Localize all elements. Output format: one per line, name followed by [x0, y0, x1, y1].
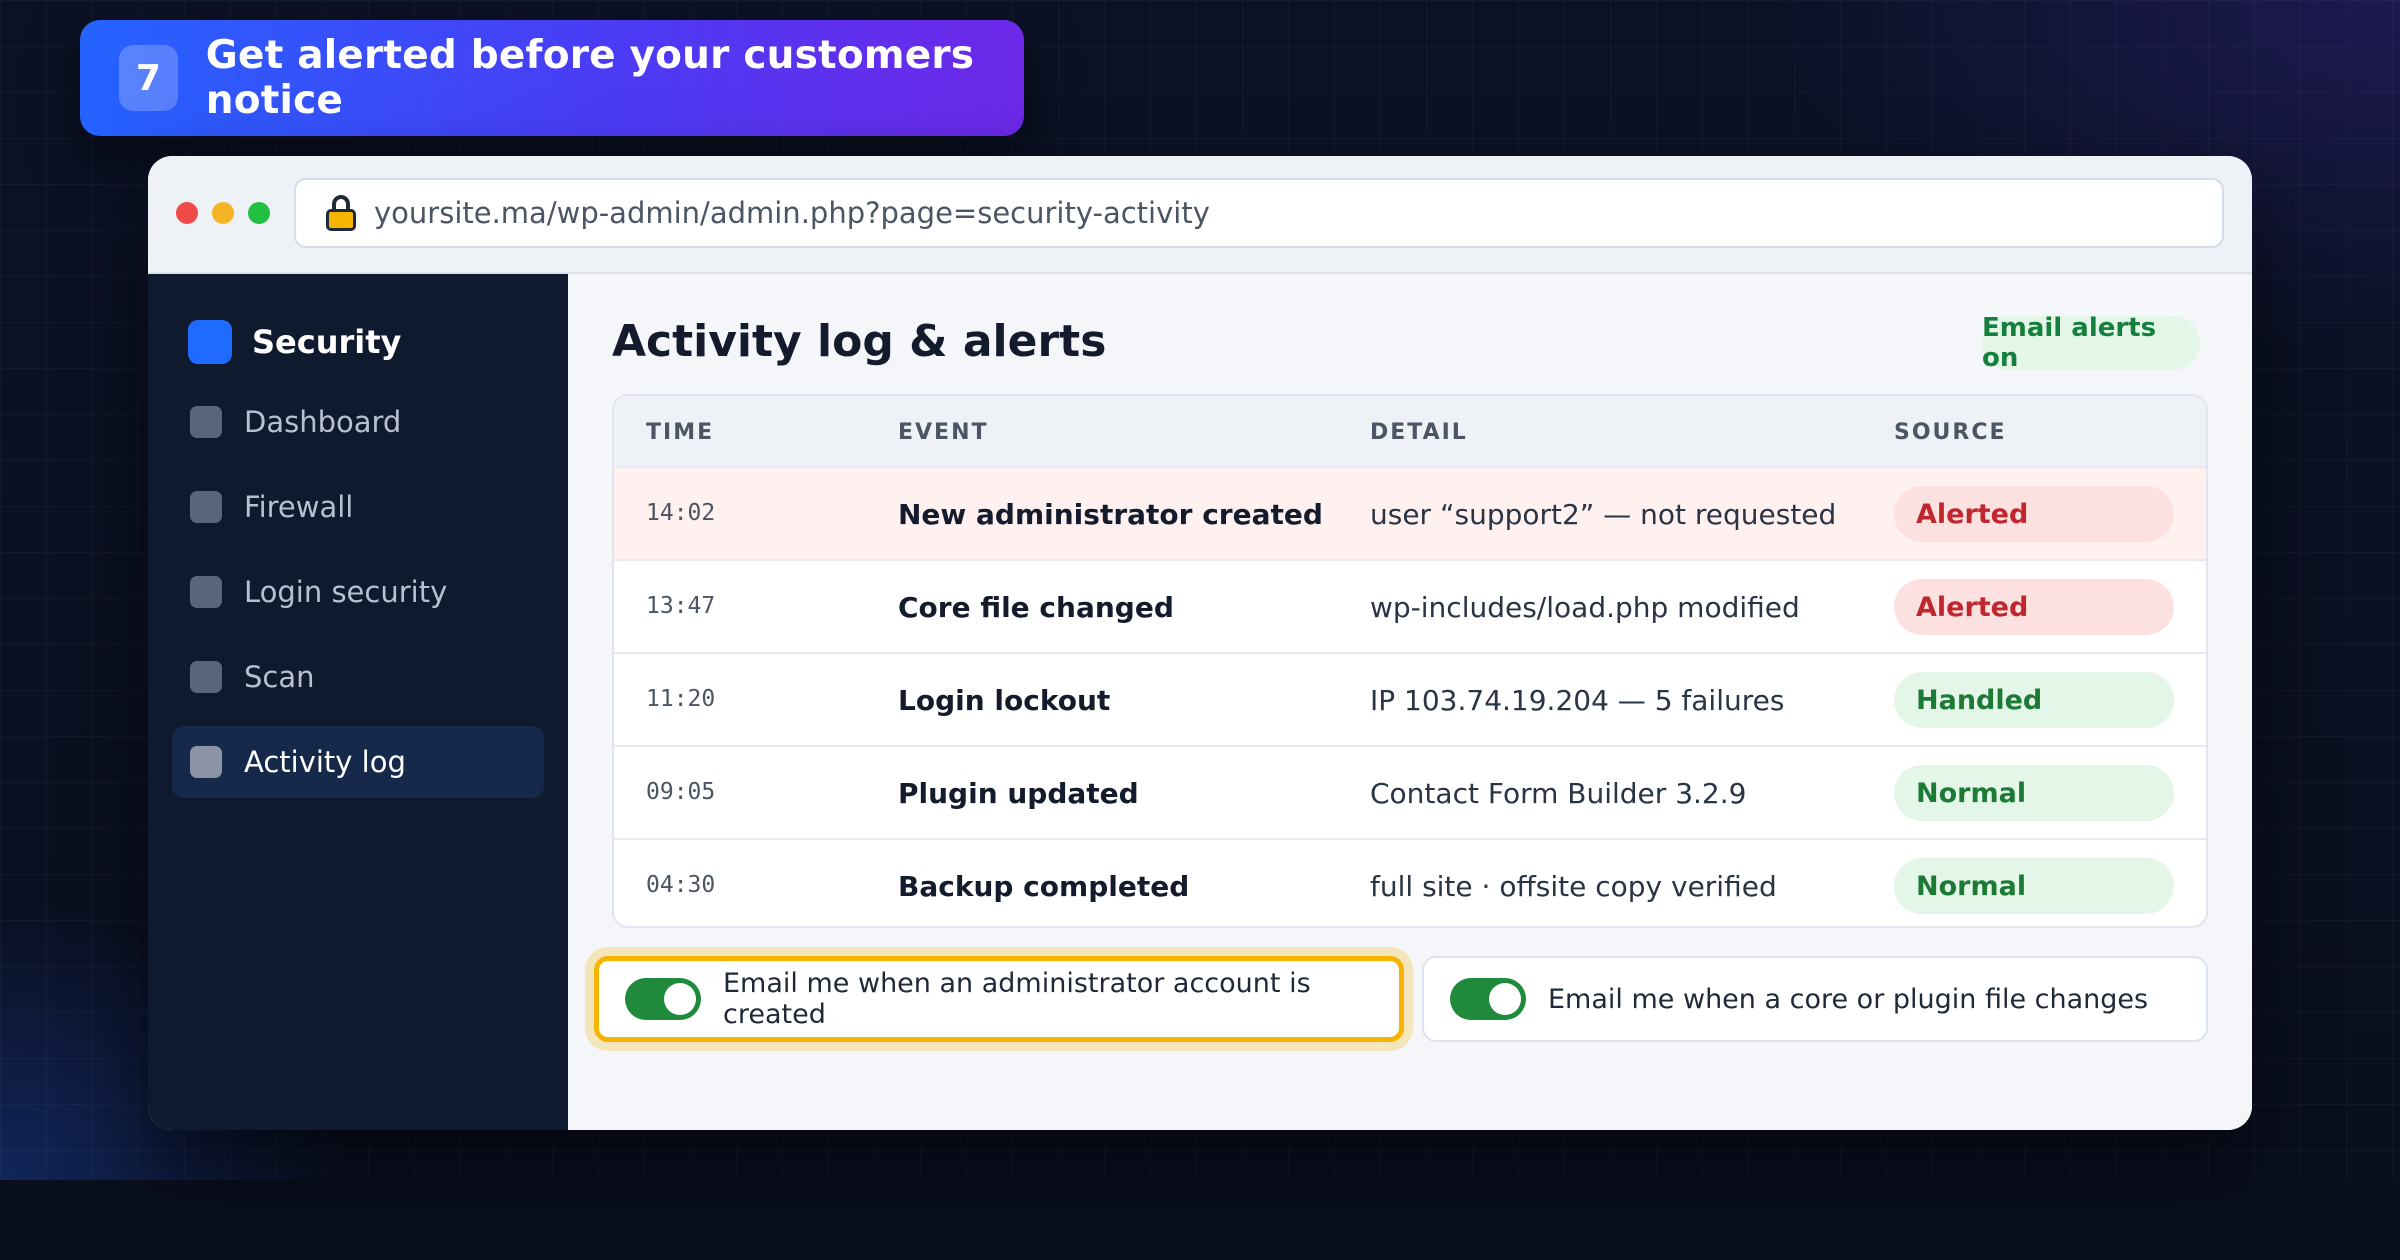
close-window-button[interactable] [176, 202, 198, 224]
browser-window: yoursite.ma/wp-admin/admin.php?page=secu… [148, 156, 2252, 1130]
address-bar[interactable]: yoursite.ma/wp-admin/admin.php?page=secu… [294, 178, 2224, 248]
sidebar-item-label: Activity log [244, 745, 406, 779]
row-time: 04:30 [646, 872, 716, 898]
table-header: TIME EVENT DETAIL SOURCE [614, 396, 2206, 466]
maximize-window-button[interactable] [248, 202, 270, 224]
sidebar-item-label: Firewall [244, 490, 354, 524]
minimize-window-button[interactable] [212, 202, 234, 224]
row-detail: Contact Form Builder 3.2.9 [1370, 777, 1747, 810]
scan-icon [190, 661, 222, 693]
row-event: Core file changed [898, 591, 1174, 624]
row-time: 11:20 [646, 686, 716, 712]
table-row[interactable]: 13:47 Core file changed wp-includes/load… [614, 559, 2206, 652]
row-time: 13:47 [646, 593, 716, 619]
row-time: 09:05 [646, 779, 716, 805]
toggle-label: Email me when an administrator account i… [723, 968, 1311, 1030]
sidebar-item-activity-log[interactable]: Activity log [172, 726, 544, 798]
sidebar-item-firewall[interactable]: Firewall [172, 471, 544, 543]
page-title: Activity log & alerts [612, 316, 1107, 367]
sidebar-item-dashboard[interactable]: Dashboard [172, 386, 544, 458]
row-detail: IP 103.74.19.204 — 5 failures [1370, 684, 1785, 717]
toggle-card-admin-created[interactable]: Email me when an administrator account i… [594, 956, 1404, 1042]
lock-icon [326, 195, 356, 231]
footer-band [0, 1180, 2400, 1260]
row-time: 14:02 [646, 500, 716, 526]
login-security-icon [190, 576, 222, 608]
sidebar-brand: Security [188, 320, 401, 364]
brand-name: Security [252, 323, 402, 361]
column-header-event[interactable]: EVENT [898, 420, 989, 445]
file-change-alert-toggle[interactable] [1450, 978, 1526, 1020]
toggle-label: Email me when a core or plugin file chan… [1548, 983, 2149, 1015]
status-badge: Normal [1894, 858, 2174, 914]
sidebar: Security Dashboard Firewall Login securi… [148, 274, 568, 1130]
step-title: Get alerted before your customers notice [205, 33, 975, 123]
table-row[interactable]: 09:05 Plugin updated Contact Form Builde… [614, 745, 2206, 838]
email-alerts-status-badge[interactable]: Email alerts on [1982, 313, 2200, 373]
brand-logo-icon [188, 320, 232, 364]
activity-table: TIME EVENT DETAIL SOURCE 14:02 New admin… [612, 394, 2208, 928]
status-badge: Handled [1894, 672, 2174, 728]
table-row[interactable]: 11:20 Login lockout IP 103.74.19.204 — 5… [614, 652, 2206, 745]
column-header-source[interactable]: SOURCE [1894, 420, 2007, 445]
dashboard-icon [190, 406, 222, 438]
row-event: Backup completed [898, 870, 1190, 903]
status-badge: Normal [1894, 765, 2174, 821]
sidebar-item-login-security[interactable]: Login security [172, 556, 544, 628]
row-event: Login lockout [898, 684, 1111, 717]
step-banner: 7 Get alerted before your customers noti… [80, 20, 1024, 136]
sidebar-item-scan[interactable]: Scan [172, 641, 544, 713]
activity-log-icon [190, 746, 222, 778]
step-number: 7 [119, 45, 178, 111]
row-event: Plugin updated [898, 777, 1139, 810]
status-badge: Alerted [1894, 486, 2174, 542]
toggle-card-file-changes[interactable]: Email me when a core or plugin file chan… [1422, 956, 2208, 1042]
row-detail: user “support2” — not requested [1370, 498, 1837, 531]
toggle-knob [664, 983, 696, 1015]
toggle-knob [1489, 983, 1521, 1015]
sidebar-item-label: Dashboard [244, 405, 402, 439]
admin-created-alert-toggle[interactable] [625, 978, 701, 1020]
column-header-time[interactable]: TIME [646, 420, 714, 445]
row-detail: full site · offsite copy verified [1370, 870, 1777, 903]
status-badge: Alerted [1894, 579, 2174, 635]
row-event: New administrator created [898, 498, 1323, 531]
url-text: yoursite.ma/wp-admin/admin.php?page=secu… [374, 196, 1210, 230]
firewall-icon [190, 491, 222, 523]
sidebar-item-label: Login security [244, 575, 448, 609]
sidebar-item-label: Scan [244, 660, 315, 694]
row-detail: wp-includes/load.php modified [1370, 591, 1800, 624]
table-row[interactable]: 04:30 Backup completed full site · offsi… [614, 838, 2206, 926]
browser-chrome: yoursite.ma/wp-admin/admin.php?page=secu… [148, 156, 2252, 274]
column-header-detail[interactable]: DETAIL [1370, 420, 1468, 445]
table-row[interactable]: 14:02 New administrator created user “su… [614, 466, 2206, 559]
